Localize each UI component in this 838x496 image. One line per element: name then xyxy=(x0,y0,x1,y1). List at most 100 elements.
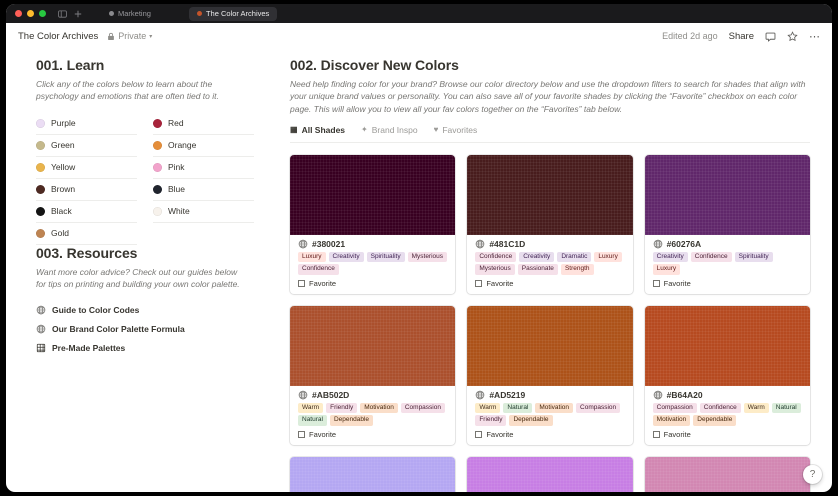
color-swatch[interactable] xyxy=(290,154,456,235)
favorite-checkbox[interactable] xyxy=(298,430,305,438)
comments-icon[interactable] xyxy=(765,31,776,42)
color-hex-label[interactable]: #AB502D xyxy=(312,390,349,400)
favorite-checkbox[interactable] xyxy=(475,279,483,287)
privacy-dropdown[interactable]: Private ▾ xyxy=(107,31,152,41)
tag-pill: Luxury xyxy=(298,251,326,263)
new-tab-icon[interactable] xyxy=(74,10,82,18)
globe-icon xyxy=(298,390,308,400)
tab-favicon-icon xyxy=(109,11,114,16)
color-dot-icon xyxy=(36,206,45,216)
color-list-item[interactable]: White xyxy=(153,201,254,223)
color-list-label: Black xyxy=(51,206,72,217)
favorite-label: Favorite xyxy=(486,278,514,288)
color-swatch[interactable] xyxy=(467,154,633,235)
color-dot-icon xyxy=(153,140,162,150)
color-card-grid: #380021 Luxury Creativity Spirituality Myste… xyxy=(290,154,810,492)
favorite-checkbox[interactable] xyxy=(298,279,305,287)
lock-icon xyxy=(107,32,115,41)
sidebar-toggle-icon[interactable] xyxy=(58,9,67,18)
color-list-item[interactable]: Blue xyxy=(153,179,254,201)
browser-tab[interactable]: Marketing xyxy=(101,7,159,21)
resource-links: Guide to Color Codes Our Brand Color Pale… xyxy=(36,300,266,357)
resource-link[interactable]: Guide to Color Codes xyxy=(36,300,266,319)
color-dot-icon xyxy=(36,228,45,238)
tag-list: Confidence Creativity Dramatic Luxury Myster… xyxy=(475,251,624,275)
page-title-breadcrumb[interactable]: The Color Archives xyxy=(18,31,98,42)
favorite-checkbox[interactable] xyxy=(652,279,660,287)
color-dot-icon xyxy=(36,162,45,172)
resources-description: Want more color advice? Check out our gu… xyxy=(36,266,240,289)
color-hex-label[interactable]: #481C1D xyxy=(489,239,525,249)
color-swatch[interactable] xyxy=(290,456,456,492)
color-list-item[interactable]: Pink xyxy=(153,157,254,179)
view-tab-favorites[interactable]: ♥ Favorites xyxy=(434,125,478,135)
color-card-body: #380021 Luxury Creativity Spirituality Myste… xyxy=(290,235,455,294)
color-swatch[interactable] xyxy=(644,305,810,386)
color-list-item[interactable]: Green xyxy=(36,135,137,157)
favorite-row: Favorite xyxy=(475,279,624,288)
app-window: Marketing The Color Archives The Color Ar… xyxy=(6,4,832,492)
tag-pill: Creativity xyxy=(519,251,555,263)
color-list-item[interactable]: Purple xyxy=(36,113,137,135)
color-card[interactable]: #60276A Creativity Confidence Spirituality L… xyxy=(644,154,810,294)
tag-pill: Dramatic xyxy=(557,251,592,263)
color-swatch[interactable] xyxy=(467,456,633,492)
color-card[interactable]: #AB502D Warm Friendly Motivation Compassion N… xyxy=(290,305,456,445)
tag-pill: Dependable xyxy=(509,415,553,426)
favorite-checkbox[interactable] xyxy=(475,430,483,438)
tag-pill: Confidence xyxy=(475,251,517,263)
color-hex-label[interactable]: #380021 xyxy=(312,239,345,249)
more-options-icon[interactable]: ⋯ xyxy=(809,30,820,43)
color-hex-row: #60276A xyxy=(653,239,802,249)
tag-pill: Friendly xyxy=(326,402,358,414)
color-swatch[interactable] xyxy=(467,305,633,386)
color-list-item[interactable]: Black xyxy=(36,201,137,223)
color-list-item[interactable]: Gold xyxy=(36,223,137,245)
color-card[interactable] xyxy=(467,456,633,492)
view-tab-label: Favorites xyxy=(442,124,478,135)
color-dot-icon xyxy=(36,140,45,150)
view-tab-all-shades[interactable]: ▦ All Shades xyxy=(290,125,345,135)
favorite-label: Favorite xyxy=(486,429,514,439)
share-button[interactable]: Share xyxy=(729,31,754,42)
color-list-item[interactable]: Brown xyxy=(36,179,137,201)
color-card[interactable] xyxy=(290,456,456,492)
edited-timestamp: Edited 2d ago xyxy=(662,31,718,41)
resource-link[interactable]: Pre-Made Palettes xyxy=(36,338,266,357)
star-icon[interactable] xyxy=(787,30,798,42)
color-card[interactable]: #481C1D Confidence Creativity Dramatic Luxur… xyxy=(467,154,633,294)
color-swatch[interactable] xyxy=(644,456,810,492)
color-card[interactable]: #AD5219 Warm Natural Motivation Compassion Fr… xyxy=(467,305,633,445)
screen-background: { "browser": { "tabs": [ { "label": "Mar… xyxy=(0,0,838,496)
color-list-item[interactable]: Red xyxy=(153,113,254,135)
color-hex-label[interactable]: #AD5219 xyxy=(489,390,525,400)
page-content: 001. Learn Click any of the colors below… xyxy=(6,49,832,492)
tab-favicon-icon xyxy=(196,11,202,16)
tag-pill: Creativity xyxy=(652,251,688,263)
close-window-button[interactable] xyxy=(15,10,22,17)
color-card[interactable] xyxy=(644,456,810,492)
view-tab-brand-inspo[interactable]: ✦ Brand Inspo xyxy=(361,125,418,135)
help-button[interactable]: ? xyxy=(803,465,822,484)
color-list-item[interactable]: Yellow xyxy=(36,157,137,179)
minimize-window-button[interactable] xyxy=(27,10,34,17)
color-hex-label[interactable]: #B64A20 xyxy=(667,390,703,400)
tag-pill: Dependable xyxy=(329,415,374,426)
color-hex-label[interactable]: #60276A xyxy=(667,239,702,249)
color-list-item[interactable]: Orange xyxy=(153,135,254,157)
gallery-icon: ▦ xyxy=(290,124,298,134)
browser-tab-label: The Color Archives xyxy=(205,9,270,18)
color-card[interactable]: #380021 Luxury Creativity Spirituality Myste… xyxy=(290,154,456,294)
color-list-label: Orange xyxy=(168,140,197,151)
browser-tab[interactable]: The Color Archives xyxy=(188,6,278,21)
color-list-label: Yellow xyxy=(51,162,76,173)
color-swatch[interactable] xyxy=(290,305,456,386)
resources-heading: 003. Resources xyxy=(36,244,138,261)
favorite-checkbox[interactable] xyxy=(652,430,660,438)
color-dot-icon xyxy=(153,184,162,194)
color-swatch[interactable] xyxy=(644,154,810,235)
color-card[interactable]: #B64A20 Compassion Confidence Warm Natural Mo… xyxy=(644,305,810,445)
color-list-label: Pink xyxy=(168,162,185,173)
fullscreen-window-button[interactable] xyxy=(39,10,46,17)
resource-link[interactable]: Our Brand Color Palette Formula xyxy=(36,319,266,338)
